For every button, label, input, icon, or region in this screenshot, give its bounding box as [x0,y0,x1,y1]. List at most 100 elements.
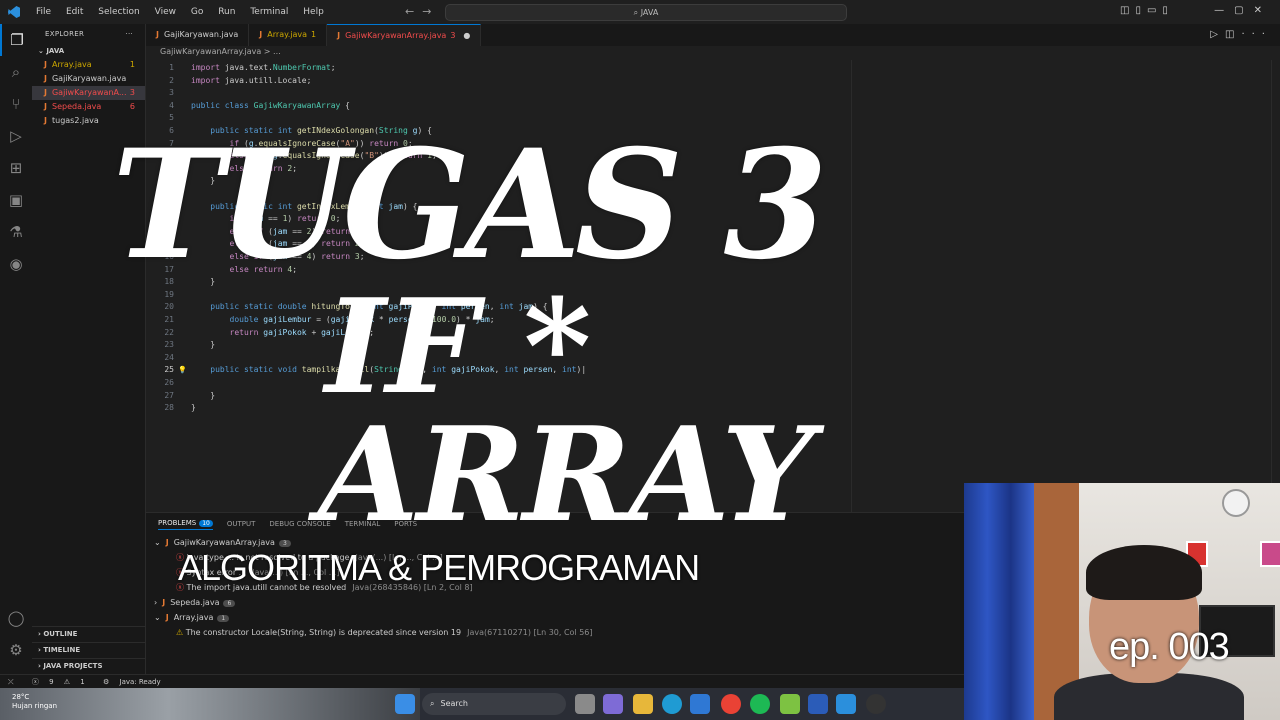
weather-widget[interactable]: 28°C Hujan ringan [12,693,57,711]
extensions-icon[interactable]: ⊞ [0,152,32,184]
problem-item[interactable]: ⓧ Syntax error ... Java(...) [Ln ..., Col… [146,565,964,580]
code-line[interactable]: 22 return gajiPokok + gajiLembur; [146,327,374,339]
code-line[interactable]: 28} [146,402,195,414]
panel-tab[interactable]: PROBLEMS 10 [158,519,213,530]
code-line[interactable]: 26 [146,377,191,389]
split-editor-icon[interactable]: ◫ [1225,29,1241,40]
menu-help[interactable]: Help [303,7,324,17]
editor-tab[interactable]: J GajiwKaryawanArray.java 3 ● [327,24,482,47]
store-icon[interactable] [690,694,710,714]
code-line[interactable]: 16 else if (jam == 4) return 3; [146,251,364,263]
gear-icon[interactable]: ⚙ [0,634,32,666]
copilot-chat-icon[interactable]: ◉ [0,248,32,280]
task-view-icon[interactable] [575,694,595,714]
file-explorer-icon[interactable] [633,694,653,714]
folder-java[interactable]: ⌄ JAVA [32,44,145,58]
problem-group[interactable]: ⌄ J GajiwKaryawanArray.java 3 [146,535,964,550]
code-line[interactable]: 15 else if (jam == 3) return 2; [146,238,364,250]
problem-item[interactable]: ⓧ The import java.utill cannot be resolv… [146,580,964,595]
toggle-secondary-sidebar-icon[interactable]: ▯ [1162,5,1174,16]
code-line[interactable]: 27 } [146,390,215,402]
code-line[interactable]: 10 } [146,175,215,187]
command-center-search[interactable]: ⌕ JAVA [445,4,847,21]
menu-edit[interactable]: Edit [66,7,83,17]
code-line[interactable]: 17 else return 4; [146,264,297,276]
code-line[interactable]: 3 [146,87,191,99]
accounts-icon[interactable]: ◯ [0,602,32,634]
panel-tab[interactable]: OUTPUT [227,520,256,528]
panel-tab[interactable]: TERMINAL [345,520,381,528]
code-line[interactable]: 7 if (g.equalsIgnoreCase("A")) return 0; [146,138,413,150]
code-line[interactable]: 12 public static int getIndexLembur(int … [146,201,417,213]
edge-icon[interactable] [662,694,682,714]
panel-tab[interactable]: PORTS [394,520,417,528]
menu-file[interactable]: File [36,7,51,17]
menu-selection[interactable]: Selection [98,7,139,17]
code-line[interactable]: 5 [146,112,191,124]
code-line[interactable]: 14 else if (jam == 2) return 1; [146,226,364,238]
close-icon[interactable]: ✕ [1254,5,1272,16]
obs-icon[interactable] [866,694,886,714]
code-line[interactable]: 23 } [146,339,215,351]
explorer-file[interactable]: J Array.java 1 [32,58,145,72]
editor-tab[interactable]: J Array.java 1 [249,24,328,46]
explorer-file[interactable]: J Sepeda.java 6 [32,100,145,114]
menu-go[interactable]: Go [191,7,203,17]
code-line[interactable]: 9 else return 2; [146,163,297,175]
chrome-icon[interactable] [721,694,741,714]
back-arrow-icon[interactable]: ← [405,5,422,18]
panel-tab[interactable]: DEBUG CONSOLE [269,520,330,528]
code-line[interactable]: 1 import java.text.NumberFormat; [146,62,335,74]
java-projects-section[interactable]: › JAVA PROJECTS [32,658,145,674]
run-icon[interactable]: ▷ [1210,29,1225,40]
code-line[interactable]: 11 [146,188,191,200]
code-line[interactable]: 19 [146,289,191,301]
code-line[interactable]: 25 public static void tampilkanHasil(Str… [146,364,586,376]
taskbar-search[interactable]: ⌕ Search [422,693,566,715]
problem-item[interactable]: ⚠ The constructor Locale(String, String)… [146,625,964,640]
code-line[interactable]: 24 [146,352,191,364]
toggle-sidebar-icon[interactable]: ▯ [1135,5,1147,16]
java-status[interactable]: ⚙ Java: Ready [95,678,161,686]
copilot-icon[interactable]: ◫ [1120,5,1135,16]
code-line[interactable]: 4 public class GajiwKaryawanArray { [146,100,350,112]
code-line[interactable]: 20 public static double hitungTotal(int … [146,301,547,313]
explorer-icon[interactable]: ❐ [0,24,32,56]
outline-section[interactable]: › OUTLINE [32,626,145,642]
problems-status[interactable]: ⓧ 9 ⚠ 1 [24,678,85,686]
breadcrumb[interactable]: GajiwKaryawanArray.java > ... [160,47,281,56]
toggle-panel-icon[interactable]: ▭ [1147,5,1162,16]
editor-tab[interactable]: J GajiKaryawan.java [146,24,250,46]
vscode-taskbar-icon[interactable] [836,694,856,714]
minimize-icon[interactable]: — [1214,5,1234,16]
remote-icon[interactable]: ⤫ [8,678,14,686]
photos-icon[interactable] [780,694,800,714]
editor-scrollbar[interactable] [1271,60,1280,512]
code-line[interactable]: 6 public static int getINdexGolongan(Str… [146,125,432,137]
problem-group[interactable]: › J Sepeda.java 6 [146,595,964,610]
code-line[interactable]: 13 if (jam == 1) return 0; [146,213,340,225]
menu-terminal[interactable]: Terminal [250,7,288,17]
lightbulb-icon[interactable]: 💡 [178,364,187,376]
code-line[interactable]: 2 import java.utill.Locale; [146,75,311,87]
more-actions-icon[interactable]: ··· [125,24,133,44]
run-debug-icon[interactable]: ▷ [0,120,32,152]
code-line[interactable]: 8 else if (g.equalsIgnoreCase("B")) retu… [146,150,437,162]
problem-group[interactable]: ⌄ J Array.java 1 [146,610,964,625]
unsaved-dot-icon[interactable]: ● [463,25,470,47]
code-line[interactable]: 18 } [146,276,215,288]
timeline-section[interactable]: › TIMELINE [32,642,145,658]
copilot-icon[interactable] [603,694,623,714]
spotify-icon[interactable] [750,694,770,714]
explorer-file[interactable]: J GajiwKaryawanA... 3 [32,86,145,100]
explorer-file[interactable]: Jtugas2.java [32,114,145,128]
explorer-file[interactable]: J GajiKaryawan.java [32,72,145,86]
windows-start-icon[interactable] [395,694,415,714]
problem-item[interactable]: ⓧ Java type ... is not resolved to a pac… [146,550,964,565]
more-actions-icon[interactable]: ··· [1241,29,1272,40]
testing-icon[interactable]: ⚗ [0,216,32,248]
menu-view[interactable]: View [155,7,176,17]
maximize-icon[interactable]: ▢ [1234,5,1253,16]
remote-explorer-icon[interactable]: ▣ [0,184,32,216]
menu-run[interactable]: Run [218,7,235,17]
